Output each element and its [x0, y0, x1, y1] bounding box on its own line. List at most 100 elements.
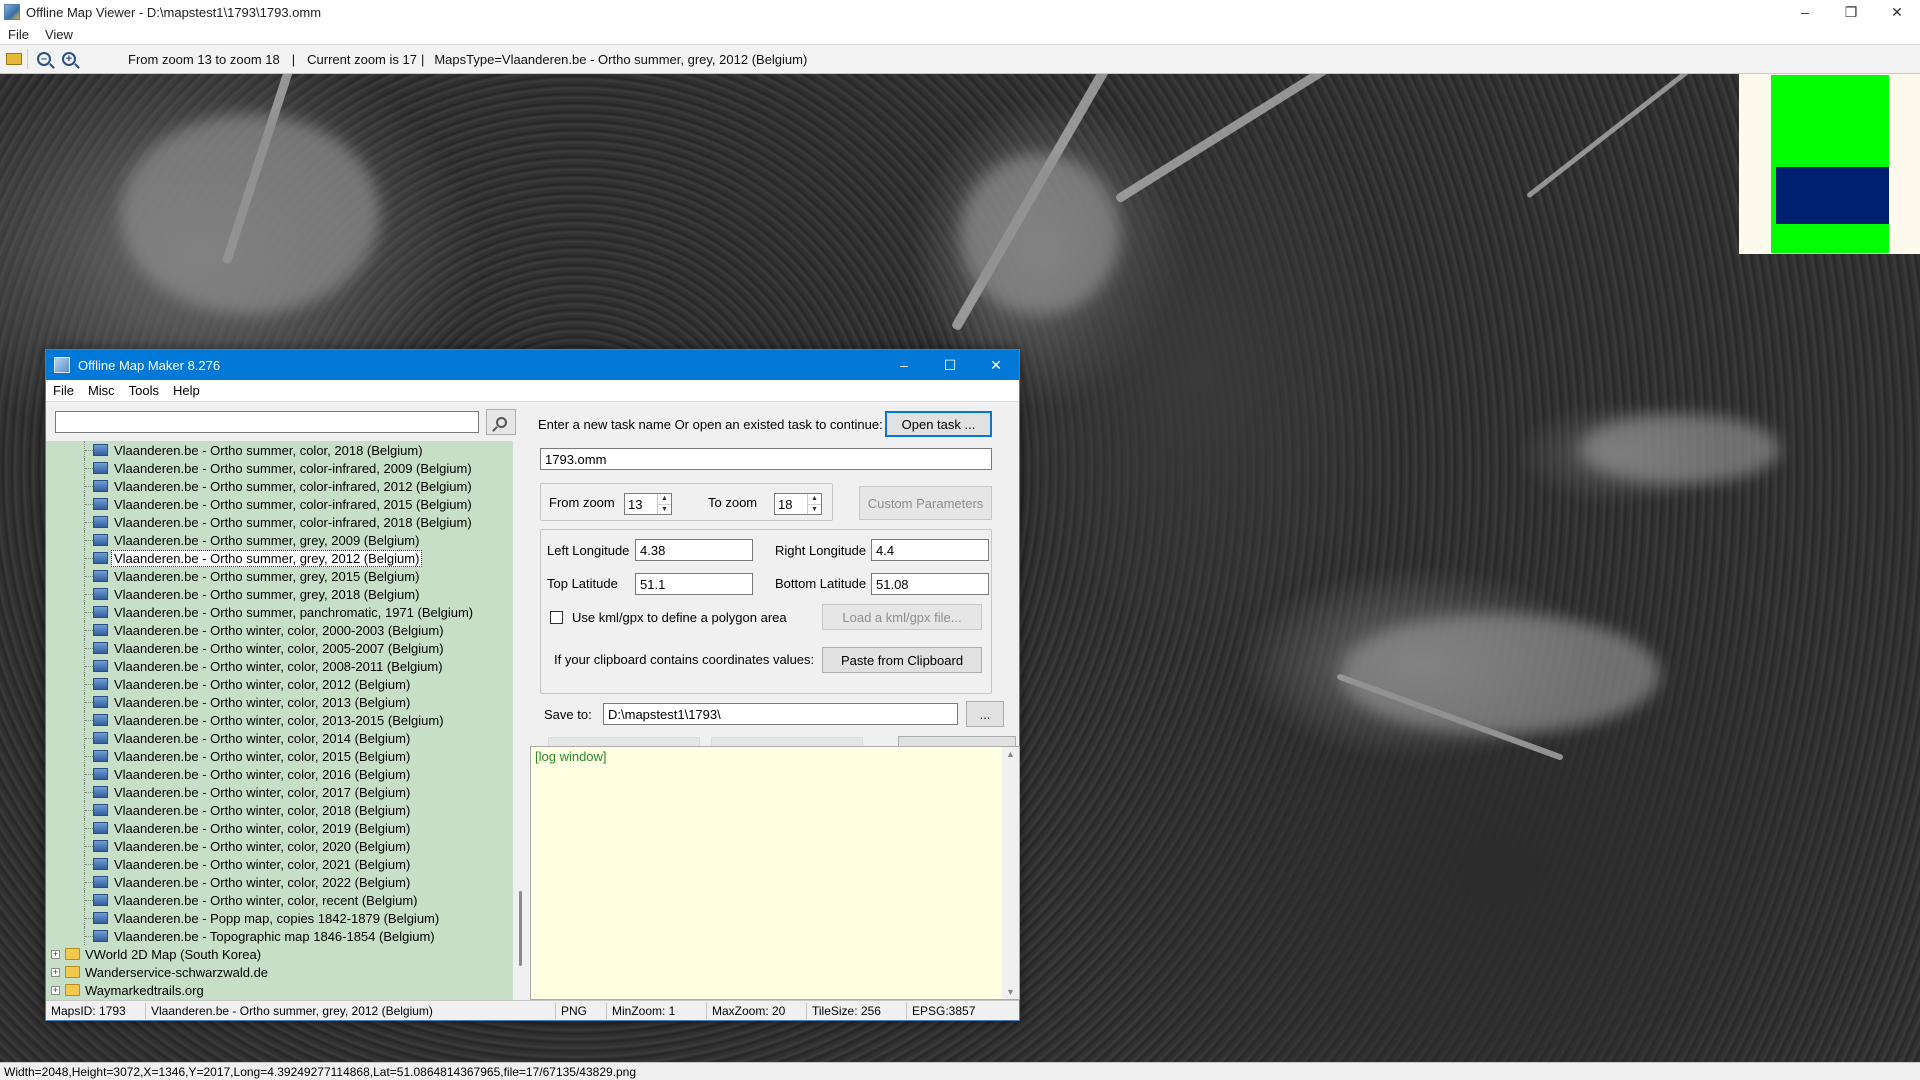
tree-map-item[interactable]: Vlaanderen.be - Ortho summer, panchromat… [46, 603, 513, 621]
tree-folder[interactable]: + Waymarkedtrails.org [46, 981, 513, 999]
tree-map-item[interactable]: Vlaanderen.be - Ortho winter, color, 200… [46, 639, 513, 657]
expand-plus-icon[interactable]: + [51, 967, 60, 977]
browse-button[interactable]: ... [966, 701, 1004, 727]
from-zoom-spinner[interactable]: 13 ▲ ▼ [624, 493, 672, 515]
expand-plus-icon[interactable]: + [51, 949, 60, 959]
open-task-button[interactable]: Open task ... [885, 411, 992, 437]
spin-down-icon[interactable]: ▼ [808, 505, 821, 515]
map-source-tree[interactable]: Vlaanderen.be - Ortho summer, color, 201… [46, 441, 513, 1000]
tree-map-item[interactable]: Vlaanderen.be - Popp map, copies 1842-18… [46, 909, 513, 927]
menu-file[interactable]: File [0, 27, 37, 42]
tree-map-item[interactable]: Vlaanderen.be - Ortho winter, color, 201… [46, 783, 513, 801]
paste-from-clipboard-button[interactable]: Paste from Clipboard [822, 647, 982, 673]
menu-tools[interactable]: Tools [122, 383, 166, 398]
kml-polygon-checkbox[interactable] [550, 611, 563, 624]
tree-map-item[interactable]: Vlaanderen.be - Ortho winter, color, 201… [46, 729, 513, 747]
bottom-latitude-input[interactable] [871, 573, 989, 595]
tree-folder[interactable]: + Wanderservice-schwarzwald.de [46, 963, 513, 981]
spin-up-icon[interactable]: ▲ [658, 494, 671, 505]
tree-map-item[interactable]: Vlaanderen.be - Ortho summer, grey, 2018… [46, 585, 513, 603]
load-kml-button[interactable]: Load a kml/gpx file... [822, 604, 982, 630]
tree-map-item[interactable]: Vlaanderen.be - Topographic map 1846-185… [46, 927, 513, 945]
tree-map-item[interactable]: Vlaanderen.be - Ortho winter, color, 201… [46, 747, 513, 765]
right-longitude-label: Right Longitude [775, 543, 867, 558]
map-layer-icon [93, 498, 108, 510]
spin-up-icon[interactable]: ▲ [808, 494, 821, 505]
scroll-up-icon[interactable]: ▲ [1006, 749, 1015, 759]
minimap[interactable] [1739, 74, 1920, 254]
menu-file[interactable]: File [46, 383, 81, 398]
tree-map-item[interactable]: Vlaanderen.be - Ortho winter, color, 201… [46, 675, 513, 693]
tree-map-item[interactable]: Vlaanderen.be - Ortho winter, color, rec… [46, 891, 513, 909]
close-icon[interactable]: ✕ [973, 350, 1019, 380]
expand-plus-icon[interactable]: + [51, 985, 60, 995]
tree-map-item[interactable]: Vlaanderen.be - Ortho winter, color, 201… [46, 765, 513, 783]
map-layer-icon [93, 516, 108, 528]
tree-map-item[interactable]: Vlaanderen.be - Ortho summer, grey, 2009… [46, 531, 513, 549]
tree-map-item[interactable]: Vlaanderen.be - Ortho summer, grey, 2015… [46, 567, 513, 585]
search-button[interactable] [486, 409, 516, 435]
log-scrollbar[interactable]: ▲ ▼ [1002, 747, 1019, 999]
map-layer-icon [93, 732, 108, 744]
tree-item-label: Vlaanderen.be - Ortho summer, panchromat… [114, 604, 474, 620]
tree-map-item[interactable]: Vlaanderen.be - Ortho winter, color, 200… [46, 621, 513, 639]
minimap-viewport[interactable] [1776, 167, 1889, 224]
task-name-input[interactable] [540, 448, 992, 470]
log-window[interactable]: [log window] ▲ ▼ [530, 746, 1020, 1000]
menu-help[interactable]: Help [166, 383, 207, 398]
open-file-button[interactable] [3, 48, 25, 70]
tree-map-item[interactable]: Vlaanderen.be - Ortho summer, color-infr… [46, 477, 513, 495]
tree-guide-line [85, 774, 93, 775]
tree-map-item[interactable]: Vlaanderen.be - Ortho winter, color, 202… [46, 855, 513, 873]
tree-map-item[interactable]: Vlaanderen.be - Ortho winter, color, 202… [46, 837, 513, 855]
tree-map-item[interactable]: Vlaanderen.be - Ortho summer, color-infr… [46, 495, 513, 513]
left-longitude-input[interactable] [635, 539, 753, 561]
map-clearing [120, 114, 380, 314]
maximize-icon[interactable]: ☐ [927, 350, 973, 380]
tree-map-item[interactable]: Vlaanderen.be - Ortho summer, color-infr… [46, 459, 513, 477]
custom-parameters-button[interactable]: Custom Parameters [859, 486, 992, 520]
tree-guide-line [85, 756, 93, 757]
to-zoom-spinner[interactable]: 18 ▲ ▼ [774, 493, 822, 515]
map-layer-icon [93, 462, 108, 474]
zoom-out-button[interactable]: – [33, 48, 55, 70]
minimize-icon[interactable]: – [1782, 0, 1828, 24]
search-input[interactable] [55, 411, 479, 433]
bottom-latitude-label: Bottom Latitude [775, 576, 867, 591]
tree-scrollbar[interactable] [513, 441, 530, 1000]
tree-guide-line [85, 522, 93, 523]
dialog-titlebar: Offline Map Maker 8.276 – ☐ ✕ [46, 350, 1019, 380]
tree-item-label: Vlaanderen.be - Ortho winter, color, 202… [114, 856, 411, 872]
tree-map-item[interactable]: Vlaanderen.be - Ortho summer, color-infr… [46, 513, 513, 531]
close-icon[interactable]: ✕ [1874, 0, 1920, 24]
tree-map-item[interactable]: Vlaanderen.be - Ortho summer, color, 201… [46, 441, 513, 459]
offline-map-maker-dialog: Offline Map Maker 8.276 – ☐ ✕ File Misc … [45, 349, 1020, 1021]
tree-map-item[interactable]: Vlaanderen.be - Ortho winter, color, 201… [46, 819, 513, 837]
tree-map-item[interactable]: Vlaanderen.be - Ortho winter, color, 201… [46, 711, 513, 729]
map-layer-icon [93, 696, 108, 708]
save-path-input[interactable] [603, 703, 958, 725]
top-latitude-input[interactable] [635, 573, 753, 595]
map-layer-icon [93, 624, 108, 636]
right-longitude-input[interactable] [871, 539, 989, 561]
tree-map-item[interactable]: Vlaanderen.be - Ortho winter, color, 201… [46, 801, 513, 819]
tree-guide-line [85, 468, 93, 469]
menu-misc[interactable]: Misc [81, 383, 122, 398]
tree-folder[interactable]: + VWorld 2D Map (South Korea) [46, 945, 513, 963]
scroll-down-icon[interactable]: ▼ [1006, 987, 1015, 997]
tree-map-item[interactable]: Vlaanderen.be - Ortho winter, color, 200… [46, 657, 513, 675]
minimize-icon[interactable]: – [881, 350, 927, 380]
clipboard-label: If your clipboard contains coordinates v… [554, 652, 815, 667]
tree-map-item[interactable]: Vlaanderen.be - Ortho winter, color, 201… [46, 693, 513, 711]
scrollbar-thumb[interactable] [519, 891, 522, 966]
zoom-in-button[interactable]: + [58, 48, 80, 70]
tree-item-label: Vlaanderen.be - Ortho winter, color, 201… [114, 820, 411, 836]
spin-down-icon[interactable]: ▼ [658, 505, 671, 515]
menu-view[interactable]: View [37, 27, 81, 42]
tree-guide-line [85, 882, 93, 883]
dialog-window-controls: – ☐ ✕ [881, 350, 1019, 374]
map-layer-icon [93, 552, 108, 564]
restore-icon[interactable]: ❐ [1828, 0, 1874, 24]
tree-map-item[interactable]: Vlaanderen.be - Ortho summer, grey, 2012… [46, 549, 513, 567]
tree-map-item[interactable]: Vlaanderen.be - Ortho winter, color, 202… [46, 873, 513, 891]
